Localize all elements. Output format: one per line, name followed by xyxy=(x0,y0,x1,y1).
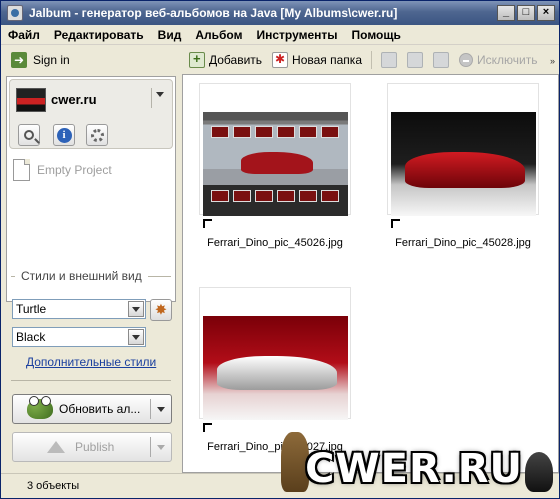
item-count: 3 объекты xyxy=(27,480,80,492)
photo-thumbnail[interactable] xyxy=(199,83,351,228)
frog-icon xyxy=(27,396,53,419)
variant-select-value: Black xyxy=(16,330,46,344)
file-name: Ferrari_Dino_pic_45026.jpg xyxy=(207,237,343,249)
settings-icon xyxy=(90,128,104,142)
add-button[interactable]: Добавить xyxy=(186,50,265,70)
shortcut-icon xyxy=(203,423,212,432)
exclude-label: Исключить xyxy=(477,53,538,67)
info-button[interactable]: i xyxy=(53,124,75,146)
sidebar: ➜ Sign in cwer.ru i Empty Project Стили … xyxy=(1,46,181,473)
turtle-style-icon: ✸ xyxy=(155,302,167,317)
rotate-right-button[interactable] xyxy=(430,50,452,70)
menu-tools[interactable]: Инструменты xyxy=(249,28,344,42)
project-card[interactable]: cwer.ru i xyxy=(9,79,173,149)
photo-image xyxy=(391,112,536,216)
close-button[interactable]: × xyxy=(537,5,555,21)
empty-project-item[interactable]: Empty Project xyxy=(13,159,112,181)
exclude-button[interactable]: Исключить xyxy=(456,51,540,69)
toolbar: Добавить Новая папка Исключить » xyxy=(182,46,559,74)
watermark-text: CWER.RU xyxy=(305,446,523,492)
publish-arrow-icon xyxy=(47,441,65,453)
file-name: Ferrari_Dino_pic_45028.jpg xyxy=(395,237,531,249)
photo-thumbnail[interactable] xyxy=(199,287,351,432)
publish-button[interactable]: Publish xyxy=(12,432,172,462)
chevron-down-icon[interactable] xyxy=(128,329,144,345)
menu-album[interactable]: Альбом xyxy=(188,28,249,42)
variant-select[interactable]: Black xyxy=(12,327,146,347)
title-bar: Jalbum - генератор веб-альбомов на Java … xyxy=(1,1,559,25)
empty-project-label: Empty Project xyxy=(37,163,112,177)
minimize-button[interactable]: _ xyxy=(497,5,515,21)
update-album-label: Обновить ал... xyxy=(59,402,141,416)
style-select[interactable]: Turtle xyxy=(12,299,146,319)
rotate-left-button[interactable] xyxy=(404,50,426,70)
signin-arrow-icon: ➜ xyxy=(11,52,27,68)
publish-label: Publish xyxy=(75,440,115,454)
chevron-down-icon[interactable] xyxy=(128,301,144,317)
project-name: cwer.ru xyxy=(51,92,97,107)
styles-section-header: Стили и внешний вид xyxy=(11,269,171,283)
update-album-button[interactable]: Обновить ал... xyxy=(12,394,172,424)
styles-section-label: Стили и внешний вид xyxy=(21,269,142,283)
chevron-down-icon[interactable] xyxy=(156,92,164,97)
search-button[interactable] xyxy=(18,124,40,146)
new-folder-button[interactable]: Новая папка xyxy=(269,50,365,70)
settings-button[interactable] xyxy=(86,124,108,146)
project-thumbnail xyxy=(16,88,46,112)
photo-image xyxy=(203,316,348,420)
menu-bar: Файл Редактировать Вид Альбом Инструмент… xyxy=(1,25,559,45)
new-folder-label: Новая папка xyxy=(292,53,362,67)
menu-view[interactable]: Вид xyxy=(151,28,189,42)
add-icon xyxy=(189,51,205,68)
file-tile[interactable]: Ferrari_Dino_pic_45027.jpg xyxy=(199,287,359,453)
info-icon: i xyxy=(56,127,72,143)
chevron-down-icon[interactable] xyxy=(157,407,165,412)
app-window: Jalbum - генератор веб-альбомов на Java … xyxy=(0,0,560,499)
rotate-left-icon xyxy=(407,52,423,68)
file-tile[interactable]: Ferrari_Dino_pic_45028.jpg xyxy=(387,83,547,249)
more-styles-link[interactable]: Дополнительные стили xyxy=(26,355,156,369)
search-icon xyxy=(24,130,34,140)
exclude-icon xyxy=(459,53,473,67)
chevron-right-icon[interactable]: » xyxy=(550,56,555,66)
signin-label: Sign in xyxy=(33,53,70,67)
style-select-value: Turtle xyxy=(16,302,47,316)
turtle-style-button[interactable]: ✸ xyxy=(150,299,172,321)
add-label: Добавить xyxy=(209,53,263,67)
rotate-right-icon xyxy=(433,52,449,68)
move-up-button[interactable] xyxy=(378,50,400,70)
document-icon xyxy=(13,159,30,181)
photo-image xyxy=(203,112,348,216)
shortcut-icon xyxy=(203,219,212,228)
window-title: Jalbum - генератор веб-альбомов на Java … xyxy=(29,6,398,20)
watermark: CWER.RU xyxy=(281,432,553,492)
maximize-button[interactable]: □ xyxy=(517,5,535,21)
photo-thumbnail[interactable] xyxy=(387,83,539,228)
signin-link[interactable]: ➜ Sign in xyxy=(11,52,70,68)
file-tile[interactable]: Ferrari_Dino_pic_45026.jpg xyxy=(199,83,359,249)
menu-help[interactable]: Помощь xyxy=(345,28,408,42)
taz-mascot xyxy=(525,452,553,492)
file-grid: Ferrari_Dino_pic_45026.jpg Ferrari_Dino_… xyxy=(182,74,559,473)
app-icon xyxy=(7,5,23,21)
chevron-down-icon[interactable] xyxy=(157,445,165,450)
menu-file[interactable]: Файл xyxy=(1,28,47,42)
move-up-icon xyxy=(381,52,397,68)
shortcut-icon xyxy=(391,219,400,228)
menu-edit[interactable]: Редактировать xyxy=(47,28,151,42)
new-folder-icon xyxy=(272,52,289,68)
